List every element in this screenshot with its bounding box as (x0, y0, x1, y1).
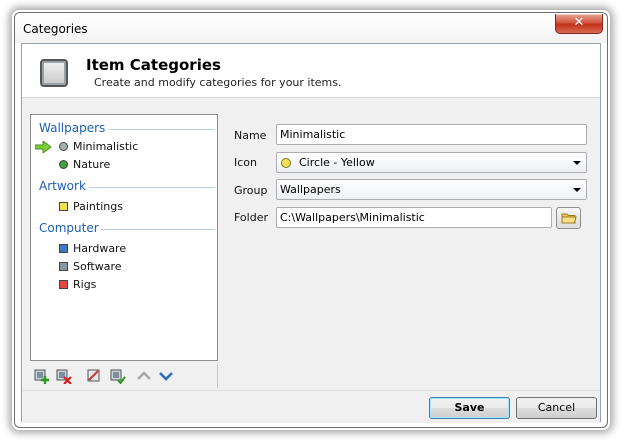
group-header-artwork[interactable]: Artwork (39, 179, 215, 195)
tree-item-minimalistic[interactable]: Minimalistic (59, 139, 209, 155)
grey-square-icon (59, 262, 68, 271)
header-subtitle: Create and modify categories for your it… (94, 76, 342, 89)
delete-icon[interactable] (56, 368, 72, 384)
tree-item-software[interactable]: Software (59, 259, 209, 275)
chevron-down-icon (573, 161, 581, 165)
cancel-button[interactable]: Cancel (516, 397, 597, 419)
icon-select[interactable]: Circle - Yellow (276, 152, 587, 173)
yellow-circle-icon (281, 158, 291, 168)
name-label: Name (234, 129, 267, 142)
group-select[interactable]: Wallpapers (276, 179, 587, 200)
dialog-client: Item Categories Create and modify catego… (21, 43, 601, 423)
dialog-footer: Save Cancel (22, 390, 600, 423)
red-square-icon (59, 280, 68, 289)
add-icon[interactable] (34, 368, 50, 384)
folder-input[interactable]: C:\Wallpapers\Minimalistic (276, 207, 552, 228)
blue-square-icon (59, 244, 68, 253)
close-icon: ✕ (573, 15, 585, 30)
selected-arrow-icon (35, 141, 51, 153)
save-button[interactable]: Save (429, 397, 510, 419)
move-up-icon[interactable] (136, 368, 152, 384)
name-input[interactable]: Minimalistic (276, 124, 587, 145)
yellow-square-icon (59, 202, 68, 211)
dialog-header: Item Categories Create and modify catego… (22, 44, 600, 98)
group-header-computer[interactable]: Computer (39, 221, 215, 237)
title-bar[interactable]: Categories ✕ (15, 13, 607, 43)
chevron-down-icon (573, 188, 581, 192)
tree-item-nature[interactable]: Nature (59, 157, 209, 173)
move-down-icon[interactable] (158, 368, 174, 384)
categories-window: Categories ✕ Item Categories Create and … (14, 12, 608, 428)
icon-label: Icon (234, 156, 257, 169)
window-title: Categories (23, 22, 88, 36)
apply-icon[interactable] (110, 368, 126, 384)
tree-toolbar (30, 364, 218, 388)
folder-label: Folder (234, 211, 268, 224)
browse-folder-button[interactable] (556, 207, 581, 229)
category-tree[interactable]: Wallpapers Minimalistic Nature Artwork P… (30, 114, 218, 361)
tree-item-paintings[interactable]: Paintings (59, 199, 209, 215)
grey-circle-icon (59, 142, 68, 151)
tree-item-rigs[interactable]: Rigs (59, 277, 209, 293)
group-header-wallpapers[interactable]: Wallpapers (39, 121, 215, 137)
green-circle-icon (59, 160, 68, 169)
close-button[interactable]: ✕ (555, 14, 603, 34)
tree-item-hardware[interactable]: Hardware (59, 241, 209, 257)
header-title: Item Categories (86, 56, 221, 74)
group-label: Group (234, 184, 268, 197)
folder-icon (561, 213, 577, 224)
categories-icon (40, 59, 68, 87)
edit-icon[interactable] (86, 368, 102, 384)
